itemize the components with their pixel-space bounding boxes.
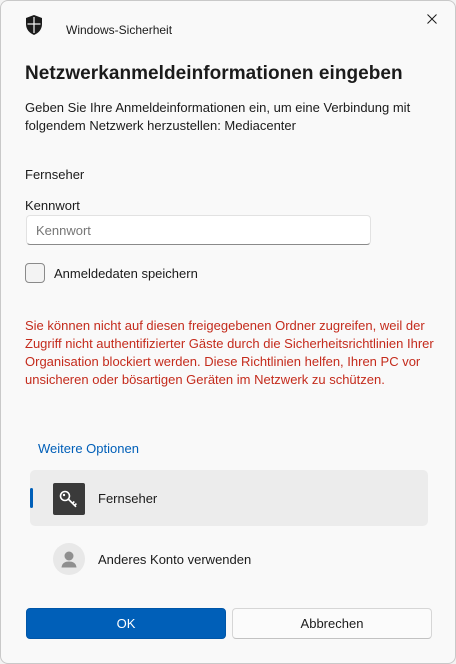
credential-dialog: Windows-Sicherheit Netzwerkanmeldeinform… [0, 0, 456, 664]
password-input[interactable] [26, 215, 371, 245]
key-icon [53, 483, 85, 515]
app-title: Windows-Sicherheit [66, 23, 173, 37]
account-item-other[interactable]: Anderes Konto verwenden [30, 531, 428, 587]
close-button[interactable] [409, 1, 455, 37]
selection-indicator [30, 488, 33, 508]
ok-button[interactable]: OK [26, 608, 226, 639]
dialog-description: Geben Sie Ihre Anmeldeinformationen ein,… [25, 100, 411, 133]
account-label: Anderes Konto verwenden [98, 552, 252, 567]
remember-label: Anmeldedaten speichern [54, 265, 198, 281]
account-label: Fernseher [98, 491, 158, 506]
password-label: Kennwort [25, 198, 80, 213]
cancel-button[interactable]: Abbrechen [232, 608, 432, 639]
error-message: Sie können nicht auf diesen freigegebene… [25, 318, 434, 387]
remember-credentials-checkbox[interactable]: Anmeldedaten speichern [25, 263, 198, 283]
checkbox-box[interactable] [25, 263, 45, 283]
dialog-heading: Netzwerkanmeldeinformationen eingeben [25, 63, 403, 84]
close-icon [427, 14, 437, 24]
shield-icon [26, 15, 42, 35]
title-bar: Windows-Sicherheit [1, 1, 455, 39]
person-icon [53, 543, 85, 575]
more-options-link[interactable]: Weitere Optionen [38, 441, 139, 456]
account-item-fernseher[interactable]: Fernseher [30, 470, 428, 526]
username-text: Fernseher [25, 167, 85, 182]
